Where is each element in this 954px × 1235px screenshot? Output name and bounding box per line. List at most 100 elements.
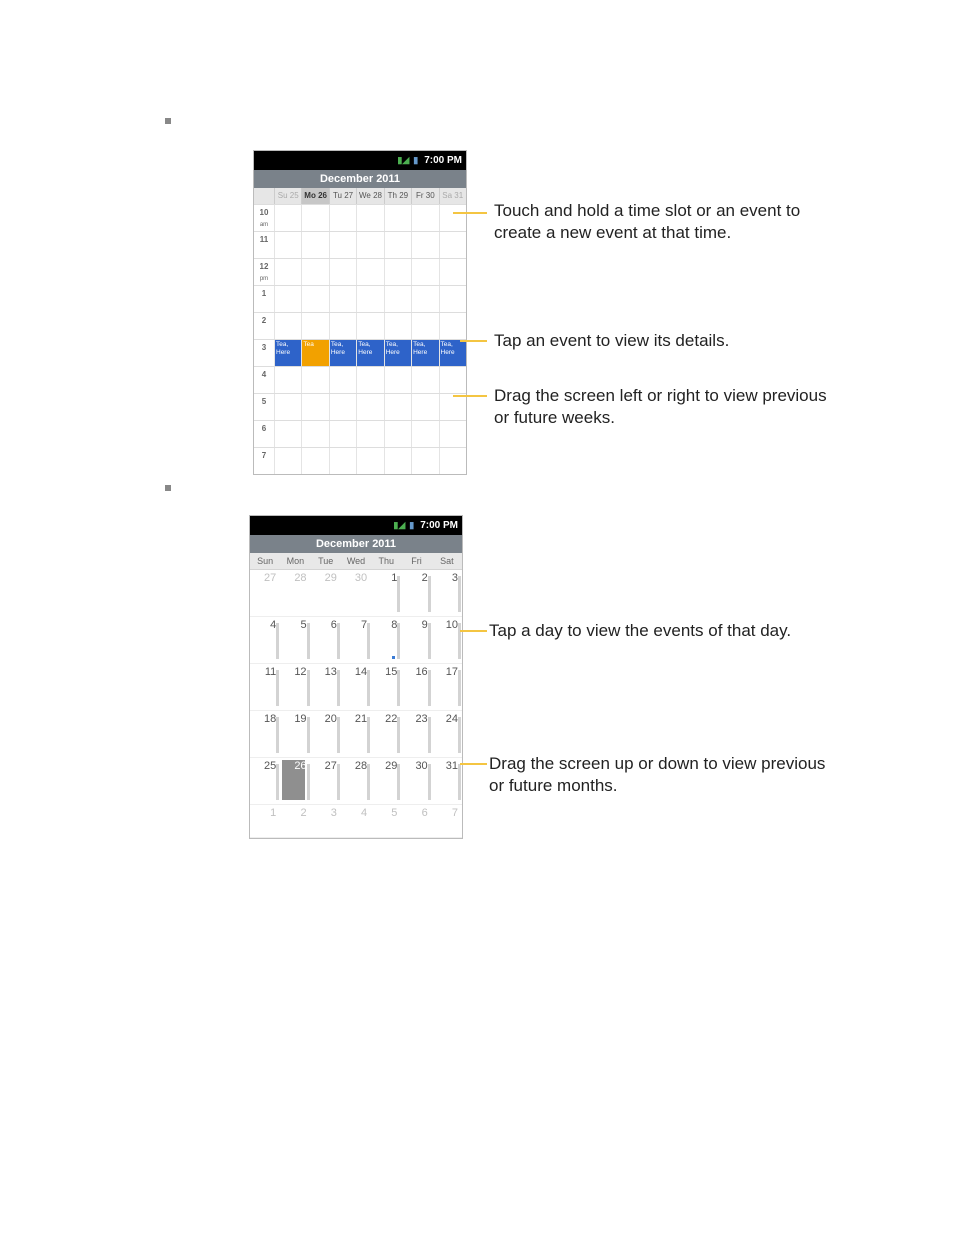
time-slot[interactable] bbox=[411, 421, 438, 447]
month-day-cell[interactable]: 13 bbox=[311, 664, 341, 710]
time-slot[interactable] bbox=[356, 448, 383, 474]
time-slot[interactable] bbox=[384, 259, 411, 285]
month-day-cell[interactable]: 2 bbox=[401, 570, 431, 616]
time-slot[interactable] bbox=[439, 232, 466, 258]
month-day-cell[interactable]: 4 bbox=[341, 805, 371, 837]
time-slot[interactable] bbox=[384, 232, 411, 258]
time-slot[interactable] bbox=[411, 259, 438, 285]
time-slot[interactable] bbox=[411, 448, 438, 474]
time-slot[interactable] bbox=[274, 232, 301, 258]
time-slot[interactable] bbox=[384, 286, 411, 312]
month-day-cell[interactable]: 31 bbox=[432, 758, 462, 804]
month-day-cell[interactable]: 28 bbox=[341, 758, 371, 804]
week-hour-row[interactable]: 5 bbox=[254, 393, 466, 420]
week-hour-row[interactable]: 7 bbox=[254, 447, 466, 474]
month-day-cell[interactable]: 25 bbox=[250, 758, 280, 804]
month-day-cell[interactable]: 30 bbox=[401, 758, 431, 804]
week-hour-row[interactable]: 1 bbox=[254, 285, 466, 312]
time-slot[interactable] bbox=[329, 421, 356, 447]
month-grid[interactable]: 2728293012345678910111213141516171819202… bbox=[250, 570, 462, 838]
week-day-col[interactable]: We 28 bbox=[356, 188, 383, 204]
week-grid[interactable]: 10am1112pm123Tea,HereTeaTea,HereTea,Here… bbox=[254, 204, 466, 474]
month-day-cell[interactable]: 20 bbox=[311, 711, 341, 757]
time-slot[interactable] bbox=[274, 313, 301, 339]
time-slot[interactable] bbox=[274, 259, 301, 285]
month-day-cell[interactable]: 27 bbox=[311, 758, 341, 804]
time-slot[interactable] bbox=[439, 367, 466, 393]
time-slot[interactable] bbox=[411, 367, 438, 393]
time-slot[interactable] bbox=[329, 367, 356, 393]
time-slot[interactable] bbox=[439, 313, 466, 339]
month-day-cell[interactable]: 7 bbox=[432, 805, 462, 837]
time-slot[interactable] bbox=[301, 394, 328, 420]
month-day-cell[interactable]: 9 bbox=[401, 617, 431, 663]
time-slot[interactable] bbox=[384, 421, 411, 447]
time-slot[interactable] bbox=[384, 448, 411, 474]
month-day-cell[interactable]: 23 bbox=[401, 711, 431, 757]
month-day-cell[interactable]: 11 bbox=[250, 664, 280, 710]
time-slot[interactable] bbox=[301, 259, 328, 285]
calendar-event[interactable]: Tea,Here bbox=[356, 340, 383, 366]
time-slot[interactable] bbox=[356, 394, 383, 420]
month-day-cell[interactable]: 7 bbox=[341, 617, 371, 663]
month-day-cell[interactable]: 14 bbox=[341, 664, 371, 710]
calendar-event[interactable]: Tea,Here bbox=[384, 340, 411, 366]
time-slot[interactable] bbox=[411, 232, 438, 258]
time-slot[interactable] bbox=[274, 394, 301, 420]
month-day-cell[interactable]: 24 bbox=[432, 711, 462, 757]
week-day-col[interactable]: Mo 26 bbox=[301, 188, 328, 204]
time-slot[interactable] bbox=[301, 367, 328, 393]
month-day-cell[interactable]: 1 bbox=[250, 805, 280, 837]
month-day-cell[interactable]: 27 bbox=[250, 570, 280, 616]
month-day-cell[interactable]: 1 bbox=[371, 570, 401, 616]
month-day-cell[interactable]: 6 bbox=[401, 805, 431, 837]
week-hour-row[interactable]: 11 bbox=[254, 231, 466, 258]
week-day-col[interactable]: Su 25 bbox=[274, 188, 301, 204]
month-day-cell[interactable]: 26 bbox=[280, 758, 310, 804]
time-slot[interactable] bbox=[274, 448, 301, 474]
week-day-col[interactable]: Tu 27 bbox=[329, 188, 356, 204]
time-slot[interactable] bbox=[384, 313, 411, 339]
time-slot[interactable] bbox=[329, 232, 356, 258]
calendar-event[interactable]: Tea bbox=[301, 340, 328, 366]
month-day-cell[interactable]: 8 bbox=[371, 617, 401, 663]
week-hour-row[interactable]: 2 bbox=[254, 312, 466, 339]
month-day-cell[interactable]: 18 bbox=[250, 711, 280, 757]
week-day-col[interactable]: Fr 30 bbox=[411, 188, 438, 204]
time-slot[interactable] bbox=[274, 367, 301, 393]
month-day-cell[interactable]: 4 bbox=[250, 617, 280, 663]
time-slot[interactable] bbox=[439, 394, 466, 420]
time-slot[interactable] bbox=[439, 421, 466, 447]
time-slot[interactable] bbox=[329, 259, 356, 285]
month-day-cell[interactable]: 29 bbox=[371, 758, 401, 804]
time-slot[interactable] bbox=[356, 367, 383, 393]
time-slot[interactable] bbox=[329, 205, 356, 231]
time-slot[interactable] bbox=[356, 421, 383, 447]
week-hour-row[interactable]: 10am bbox=[254, 204, 466, 231]
month-day-cell[interactable]: 3 bbox=[311, 805, 341, 837]
calendar-event[interactable]: Tea,Here bbox=[329, 340, 356, 366]
time-slot[interactable] bbox=[356, 259, 383, 285]
time-slot[interactable] bbox=[411, 394, 438, 420]
time-slot[interactable] bbox=[411, 286, 438, 312]
calendar-event[interactable]: Tea,Here bbox=[439, 340, 466, 366]
week-hour-row[interactable]: 6 bbox=[254, 420, 466, 447]
time-slot[interactable] bbox=[439, 448, 466, 474]
time-slot[interactable] bbox=[329, 394, 356, 420]
time-slot[interactable] bbox=[439, 286, 466, 312]
time-slot[interactable] bbox=[356, 313, 383, 339]
month-day-cell[interactable]: 6 bbox=[311, 617, 341, 663]
time-slot[interactable] bbox=[384, 367, 411, 393]
month-day-cell[interactable]: 5 bbox=[371, 805, 401, 837]
time-slot[interactable] bbox=[274, 421, 301, 447]
month-day-cell[interactable]: 29 bbox=[311, 570, 341, 616]
time-slot[interactable] bbox=[329, 448, 356, 474]
time-slot[interactable] bbox=[301, 205, 328, 231]
month-day-cell[interactable]: 3 bbox=[432, 570, 462, 616]
month-day-cell[interactable]: 19 bbox=[280, 711, 310, 757]
time-slot[interactable] bbox=[301, 286, 328, 312]
month-day-cell[interactable]: 2 bbox=[280, 805, 310, 837]
month-day-cell[interactable]: 17 bbox=[432, 664, 462, 710]
month-day-cell[interactable]: 28 bbox=[280, 570, 310, 616]
time-slot[interactable] bbox=[274, 286, 301, 312]
